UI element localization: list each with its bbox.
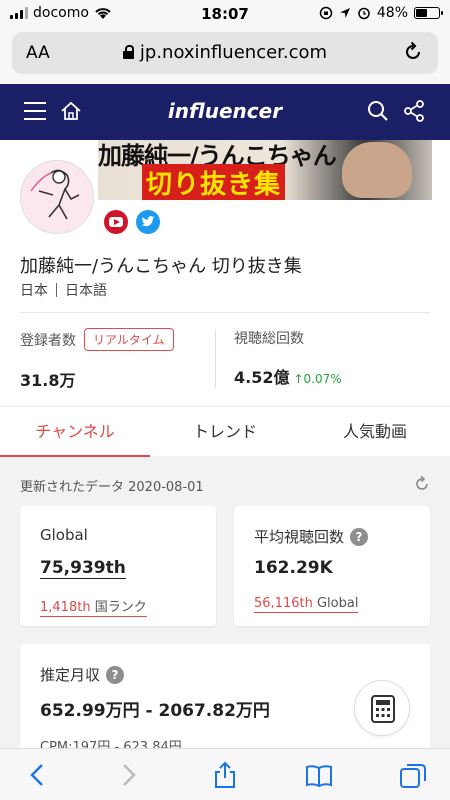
back-icon[interactable] <box>24 761 52 789</box>
global-rank-title: Global <box>40 526 88 544</box>
views-label: 視聴総回数 <box>234 331 304 347</box>
banner-subtitle: 切り抜き集 <box>142 164 286 200</box>
country-rank-value: 1,418th <box>40 600 91 615</box>
help-icon[interactable]: ? <box>350 527 369 546</box>
location-icon <box>339 8 350 18</box>
channel-tabs: チャンネル トレンド 人気動画 <box>0 406 450 457</box>
help-icon[interactable]: ? <box>106 665 125 684</box>
realtime-button[interactable]: リアルタイム <box>84 328 174 351</box>
share-sheet-icon[interactable] <box>211 761 239 789</box>
address-bar[interactable]: AA jp.noxinfluencer.com <box>12 32 438 74</box>
arrow-up-icon: ↑ <box>293 372 304 386</box>
avg-views-rank-label: Global <box>312 596 359 611</box>
cpm-value: CPM:197円 - 623.84円 <box>40 740 182 748</box>
avg-views-rank[interactable]: 56,116th Global <box>254 596 359 613</box>
alarm-icon <box>358 7 370 20</box>
site-header: influencer <box>0 84 450 140</box>
channel-name: 加藤純一/うんこちゃん 切り抜き集 <box>20 256 302 277</box>
channel-profile: 加藤純一/うんこちゃん 切り抜き集 加藤純一/うんこちゃん 切り抜き集 日本 日本… <box>0 140 450 406</box>
subscriber-stat: 登録者数 リアルタイム 31.8万 <box>20 328 174 391</box>
calculator-icon <box>371 695 395 723</box>
battery-percent: 48% <box>376 5 408 21</box>
divider <box>20 312 430 313</box>
global-rank-value: 75,939th <box>40 558 126 579</box>
browser-address-area: AA jp.noxinfluencer.com <box>0 28 450 84</box>
income-value: 652.99万円 - 2067.82万円 <box>40 701 270 721</box>
stat-divider <box>215 330 216 388</box>
search-icon[interactable] <box>366 99 390 123</box>
subscriber-label: 登録者数 <box>20 332 76 349</box>
reload-icon[interactable] <box>402 41 424 63</box>
country-rank-label: 国ランク <box>90 600 147 615</box>
orientation-lock-icon <box>319 6 333 20</box>
refresh-icon[interactable] <box>414 476 430 492</box>
meta-divider <box>56 283 57 297</box>
update-row: 更新されたデータ 2020-08-01 <box>0 456 450 504</box>
browser-toolbar <box>0 748 450 800</box>
country: 日本 <box>20 283 48 299</box>
income-title: 推定月収 <box>40 666 101 684</box>
tab-channel[interactable]: チャンネル <box>0 407 150 457</box>
logo-text: influencer <box>167 99 283 123</box>
main-content[interactable]: 加藤純一/うんこちゃん 切り抜き集 加藤純一/うんこちゃん 切り抜き集 日本 日本… <box>0 140 450 748</box>
calculator-button[interactable] <box>354 680 410 736</box>
youtube-icon[interactable] <box>104 210 128 234</box>
views-value: 4.52億 <box>234 368 290 387</box>
url-display[interactable]: jp.noxinfluencer.com <box>12 42 438 63</box>
avg-views-rank-value: 56,116th <box>254 596 313 611</box>
twitter-icon[interactable] <box>136 210 160 234</box>
updated-date: 更新されたデータ 2020-08-01 <box>20 480 204 495</box>
subscriber-value: 31.8万 <box>20 371 76 390</box>
views-change: ↑0.07% <box>293 372 341 386</box>
views-stat: 視聴総回数 4.52億 ↑0.07% <box>234 328 342 388</box>
channel-meta: 日本 日本語 <box>20 280 107 300</box>
channel-avatar <box>20 160 94 234</box>
tabs-icon[interactable] <box>399 761 427 789</box>
bookmarks-icon[interactable] <box>305 761 333 789</box>
avg-views-title: 平均視聴回数 <box>254 528 345 546</box>
tab-popular-videos[interactable]: 人気動画 <box>300 407 450 457</box>
global-rank-card: Global 75,939th 1,418th 国ランク <box>20 506 216 626</box>
forward-icon[interactable] <box>114 761 142 789</box>
url-text: jp.noxinfluencer.com <box>139 42 328 63</box>
battery-icon <box>414 7 443 19</box>
status-bar: docomo 18:07 48% <box>0 0 450 28</box>
avg-views-card: 平均視聴回数? 162.29K 56,116th Global <box>234 506 430 626</box>
channel-banner: 加藤純一/うんこちゃん 切り抜き集 <box>98 140 432 200</box>
share-icon[interactable] <box>402 99 426 123</box>
banner-photo <box>342 142 412 198</box>
country-rank[interactable]: 1,418th 国ランク <box>40 596 147 617</box>
income-card: 推定月収? 652.99万円 - 2067.82万円 CPM:197円 - 62… <box>20 644 430 748</box>
lock-icon <box>122 45 134 59</box>
avg-views-value: 162.29K <box>254 558 333 578</box>
language: 日本語 <box>65 283 107 299</box>
tab-trend[interactable]: トレンド <box>150 407 300 457</box>
views-change-value: 0.07% <box>303 372 342 386</box>
